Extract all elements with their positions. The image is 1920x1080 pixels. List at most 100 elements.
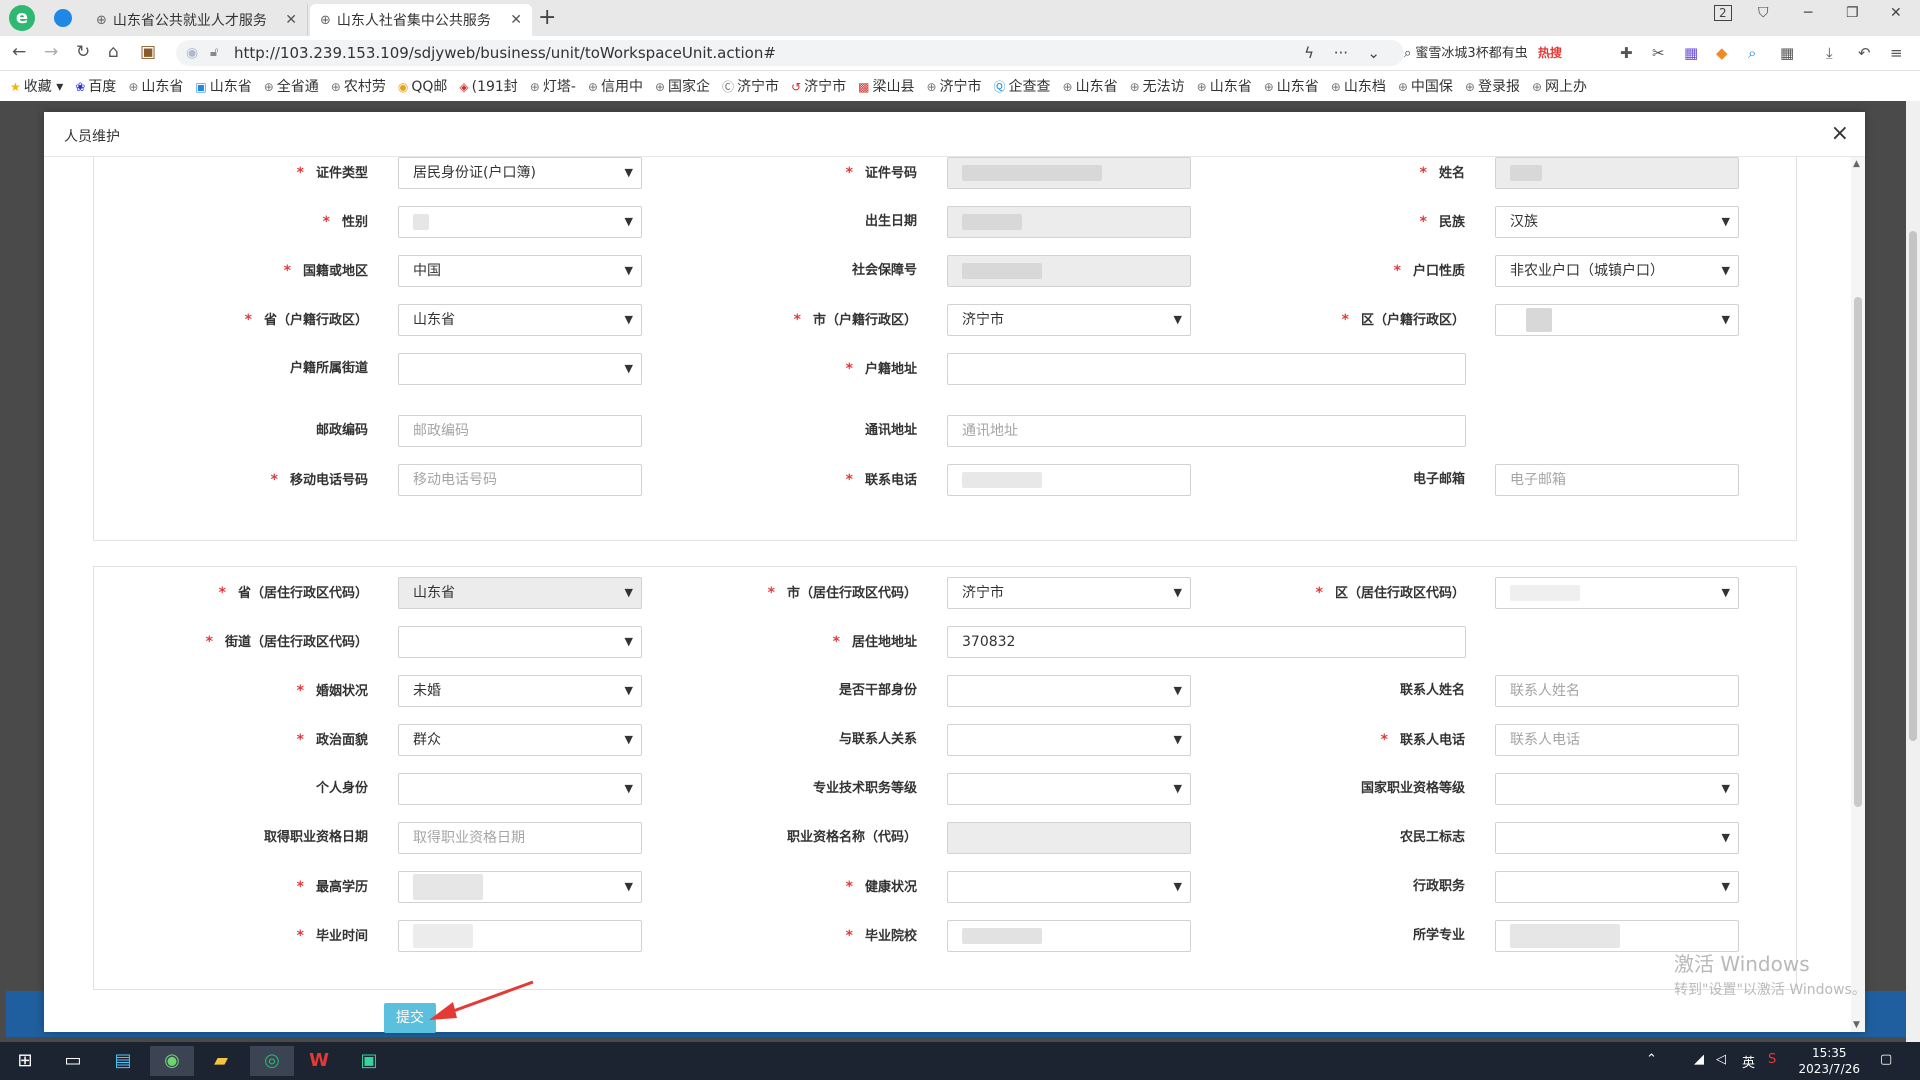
more-icon[interactable]: ··· [1334,40,1348,66]
bookmark-favorites[interactable]: ★ 收藏 ▾ [10,76,63,96]
store-icon[interactable]: ▤ [108,1046,138,1076]
restore-icon[interactable]: ❐ [1846,5,1859,21]
bookmark-item[interactable]: ⊕ 山东省 [128,76,183,96]
shirt-icon[interactable]: ⛉ [1758,5,1769,21]
grad-time-input[interactable] [398,920,642,952]
mail-address-input[interactable]: 通讯地址 [947,415,1466,447]
health-select[interactable]: ▼ [947,871,1191,903]
contact-tel-input[interactable]: 联系人电话 [1495,724,1739,756]
extension-icon[interactable]: ✚ [1620,44,1633,62]
chevron-down-icon[interactable]: ⌄ [1367,40,1380,66]
bookmark-item[interactable]: ⊕ 山东省 [1063,76,1118,96]
admin-post-select[interactable]: ▼ [1495,871,1739,903]
close-window-icon[interactable]: ✕ [1890,5,1902,21]
forward-icon[interactable]: → [44,42,58,62]
bookmark-item[interactable]: ⊕ 信用中 [588,76,643,96]
contact-phone-input[interactable] [947,464,1191,496]
scroll-up-icon[interactable]: ▲ [1853,159,1860,169]
email-input[interactable]: 电子邮箱 [1495,464,1739,496]
social-security-input[interactable] [947,255,1191,287]
postal-code-input[interactable]: 邮政编码 [398,415,642,447]
task-view-icon[interactable]: ▭ [58,1046,88,1076]
bookmark-item[interactable]: ◉ QQ邮 [398,76,448,96]
birth-date-input[interactable] [947,206,1191,238]
minimize-icon[interactable]: ─ [1804,5,1812,21]
bookmark-item[interactable]: ⊕ 全省通 [264,76,319,96]
tech-level-select[interactable]: ▼ [947,773,1191,805]
school-input[interactable] [947,920,1191,952]
political-select[interactable]: 群众 ▼ [398,724,642,756]
hukou-type-select[interactable]: 非农业户口（城镇户口） ▼ [1495,255,1739,287]
bookmark-item[interactable]: ⊕ 网上办 [1532,76,1587,96]
bookmark-item[interactable]: Ⓒ 济宁市 [722,76,779,96]
identity-select[interactable]: ▼ [398,773,642,805]
bookmark-item[interactable]: ⊕ 山东档 [1331,76,1386,96]
app-icon[interactable]: ▣ [354,1046,384,1076]
magnifier-icon[interactable]: ⌕ [1748,44,1756,62]
volume-icon[interactable]: ◁ [1716,1052,1726,1067]
sogou-icon[interactable]: S [1768,1052,1776,1067]
nationality-select[interactable]: 中国 ▼ [398,255,642,287]
taskbar-clock[interactable]: 15:35 2023/7/26 [1798,1045,1860,1077]
file-explorer-icon[interactable]: ▰ [206,1046,236,1076]
bookmark-item[interactable]: ⊕ 济宁市 [926,76,981,96]
bookmark-item[interactable]: ❀ 百度 [75,76,116,96]
national-level-select[interactable]: ▼ [1495,773,1739,805]
relation-select[interactable]: ▼ [947,724,1191,756]
hot-search-badge[interactable]: 热搜 [1538,46,1562,60]
ethnicity-select[interactable]: 汉族 ▼ [1495,206,1739,238]
cert-name-input[interactable] [947,822,1191,854]
id-type-select[interactable]: 居民身份证(户口簿) ▼ [398,157,642,189]
tab-count-badge[interactable]: 2 [1714,5,1732,21]
res-street-select[interactable]: ▼ [398,626,642,658]
pinned-tab-icon[interactable] [54,9,72,27]
page-scrollbar[interactable] [1906,101,1920,1042]
wechat-icon[interactable]: ◉ [150,1046,194,1076]
res-city-select[interactable]: 济宁市 ▼ [947,577,1191,609]
translate-icon[interactable]: ▦ [1684,44,1698,62]
browser-logo-icon[interactable]: e [9,5,35,31]
bookmark-item[interactable]: ⊕ 农村劳 [331,76,386,96]
dialog-close-button[interactable]: × [1831,121,1849,146]
briefcase-icon[interactable]: ▣ [140,42,156,62]
menu-icon[interactable]: ≡ [1890,44,1903,62]
notification-icon[interactable]: ▢ [1880,1052,1892,1067]
mobile-input[interactable]: 移动电话号码 [398,464,642,496]
page-scrollbar-thumb[interactable] [1909,231,1917,741]
search-box[interactable]: ⌕ 蜜雪冰城3杯都有虫 热搜 [1404,42,1594,64]
dialog-scrollbar[interactable]: ▲ ▼ [1851,157,1865,1032]
res-address-input[interactable]: 370832 [947,626,1466,658]
url-field[interactable]: ◉ 🔓︎ http://103.239.153.109/sdjyweb/busi… [176,40,1404,66]
bookmark-item[interactable]: ⊕ 山东省 [1197,76,1252,96]
name-input[interactable] [1495,157,1739,189]
res-province-select[interactable]: 山东省 ▼ [398,577,642,609]
home-icon[interactable]: ⌂ [108,42,119,62]
scissors-icon[interactable]: ✂ [1652,44,1665,62]
ime-indicator[interactable]: 英 [1742,1052,1755,1071]
migrant-select[interactable]: ▼ [1495,822,1739,854]
new-tab-button[interactable]: + [538,5,556,30]
hukou-district-select[interactable]: ▼ [1495,304,1739,336]
reload-icon[interactable]: ↻ [76,42,90,62]
back-icon[interactable]: ← [12,42,26,62]
bookmark-item[interactable]: ↺ 济宁市 [791,76,846,96]
hukou-address-input[interactable] [947,353,1466,385]
bookmark-item[interactable]: ◈ (191封 [459,76,517,96]
bookmark-item[interactable]: ▩ 梁山县 [858,76,914,96]
game-icon[interactable]: ◆ [1716,44,1728,62]
cert-date-input[interactable]: 取得职业资格日期 [398,822,642,854]
res-district-select[interactable]: ▼ [1495,577,1739,609]
bookmark-item[interactable]: ▣ 山东省 [195,76,251,96]
close-icon[interactable]: ✕ [285,12,297,28]
windows-start-icon[interactable]: ⊞ [10,1046,40,1076]
not-secure-icon[interactable]: 🔓︎ [210,40,218,66]
cadre-select[interactable]: ▼ [947,675,1191,707]
download-icon[interactable]: ⤓ [1826,44,1833,62]
browser-taskbar-icon[interactable]: ◎ [250,1046,294,1076]
bookmark-item[interactable]: ⊕ 山东省 [1264,76,1319,96]
gender-select[interactable]: ▼ [398,206,642,238]
dialog-scrollbar-thumb[interactable] [1854,297,1862,807]
id-number-input[interactable] [947,157,1191,189]
marital-select[interactable]: 未婚 ▼ [398,675,642,707]
undo-icon[interactable]: ↶ [1858,44,1871,62]
